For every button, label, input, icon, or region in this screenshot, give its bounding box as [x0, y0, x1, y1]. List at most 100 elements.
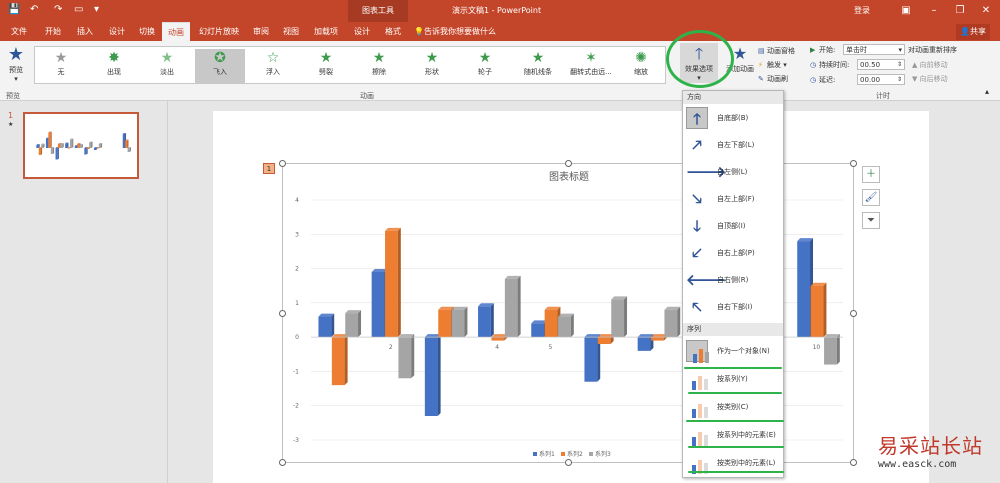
chart-filters-button[interactable]: ⏷	[862, 212, 880, 229]
bar-系列1-7[interactable]	[637, 334, 654, 351]
legend-entry[interactable]: 系列3	[595, 450, 611, 458]
anim-shape[interactable]: ★ 形状	[407, 49, 457, 83]
tab-home[interactable]: 开始	[40, 22, 66, 41]
move-earlier-button[interactable]: ▲ 向前移动	[912, 59, 948, 71]
direction-from-top-right[interactable]: 🡗 自右上部(P)	[683, 240, 783, 266]
anim-float-in[interactable]: ☆ 浮入	[248, 49, 298, 83]
resize-handle[interactable]	[565, 459, 572, 466]
bar-系列1-3[interactable]	[424, 334, 441, 416]
bar-系列3-4[interactable]	[69, 138, 74, 149]
direction-from-top[interactable]: 🡓 自顶部(I)	[683, 213, 783, 239]
close-icon[interactable]: ✕	[972, 0, 1000, 22]
bar-系列1-3[interactable]	[55, 147, 59, 160]
bar-系列3-7[interactable]	[664, 306, 681, 338]
resize-handle[interactable]	[279, 459, 286, 466]
tab-addins[interactable]: 加载项	[310, 22, 342, 41]
tell-me-search[interactable]: 💡告诉我你想要做什么	[414, 22, 504, 41]
direction-from-top-left[interactable]: 🡖 自左上部(F)	[683, 186, 783, 212]
collapse-ribbon-icon[interactable]: ▴	[985, 87, 989, 96]
anim-random-bars[interactable]: ★ 随机线条	[513, 49, 563, 83]
tab-slideshow[interactable]: 幻灯片放映	[196, 22, 242, 41]
tab-review[interactable]: 审阅	[248, 22, 274, 41]
tab-insert[interactable]: 插入	[72, 22, 98, 41]
bar-系列3-7[interactable]	[98, 143, 103, 148]
bar-系列2-5[interactable]	[544, 306, 561, 338]
bar-系列2-6[interactable]	[597, 334, 614, 344]
bar-系列2-1[interactable]	[331, 334, 348, 386]
bar-系列2-3[interactable]	[438, 306, 455, 338]
tab-file[interactable]: 文件	[6, 22, 32, 41]
anim-wheel[interactable]: ★ 轮子	[460, 49, 510, 83]
start-from-beginning-icon[interactable]: ▭	[74, 4, 83, 15]
direction-from-bottom-right[interactable]: 🡔 自右下部(I)	[683, 294, 783, 320]
bar-系列2-1[interactable]	[38, 147, 43, 155]
direction-from-bottom-left[interactable]: 🡕 自左下部(L)	[683, 132, 783, 158]
anim-fade[interactable]: ★ 淡出	[142, 49, 192, 83]
start-select[interactable]: 单击时 ▾	[843, 44, 905, 55]
redo-icon[interactable]: ↷	[54, 4, 62, 15]
bar-系列3-5[interactable]	[558, 313, 574, 338]
resize-handle[interactable]	[279, 160, 286, 167]
anim-grow-turn[interactable]: ✶ 翻转式由远...	[566, 49, 616, 83]
anim-wipe[interactable]: ★ 擦除	[354, 49, 404, 83]
bar-系列3-10[interactable]	[127, 147, 131, 152]
duration-input[interactable]: 00.50 ⇕	[857, 59, 905, 70]
trigger-button[interactable]: ⚡ 触发 ▾	[758, 59, 787, 71]
undo-icon[interactable]: ↶	[30, 4, 38, 15]
resize-handle[interactable]	[279, 310, 286, 317]
bar-系列3-2[interactable]	[398, 334, 415, 379]
chart-styles-button[interactable]: 🖌	[862, 189, 880, 206]
customize-qat-icon[interactable]: ▾	[94, 4, 99, 15]
anim-split[interactable]: ★ 劈裂	[301, 49, 351, 83]
bar-系列3-3[interactable]	[451, 306, 468, 338]
resize-handle[interactable]	[850, 459, 857, 466]
resize-handle[interactable]	[850, 160, 857, 167]
animation-pane-button[interactable]: ▤ 动画窗格	[758, 45, 795, 57]
chart-elements-button[interactable]: ＋	[862, 166, 880, 183]
preview-button[interactable]: ★ 预览 ▾	[3, 45, 29, 87]
bar-系列1-1[interactable]	[318, 313, 335, 338]
resize-handle[interactable]	[565, 160, 572, 167]
bar-系列3-5[interactable]	[79, 144, 83, 148]
bar-系列3-4[interactable]	[504, 275, 521, 338]
minimize-icon[interactable]: –	[920, 0, 948, 22]
bar-系列2-10[interactable]	[125, 139, 129, 149]
bar-系列1-2[interactable]	[371, 269, 388, 338]
sequence-by-category[interactable]: 按类别(C)	[683, 394, 783, 420]
bar-系列2-10[interactable]	[810, 282, 827, 338]
sequence-by-series[interactable]: 按系列(Y)	[683, 366, 783, 392]
resize-handle[interactable]	[850, 310, 857, 317]
anim-zoom[interactable]: ✺ 缩放	[619, 49, 663, 83]
bar-系列3-1[interactable]	[345, 310, 362, 338]
anim-none[interactable]: ★ 无	[36, 49, 86, 83]
bar-系列3-2[interactable]	[50, 147, 55, 154]
tab-chart-design[interactable]: 设计	[350, 22, 374, 41]
legend-entry[interactable]: 系列1	[539, 450, 555, 458]
bar-系列3-10[interactable]	[824, 334, 840, 365]
direction-from-bottom[interactable]: 🡑 自底部(B)	[683, 105, 783, 131]
direction-from-right[interactable]: 🡐 自右侧(R)	[683, 267, 783, 293]
tab-animations[interactable]: 动画	[162, 22, 190, 41]
bar-系列1-6[interactable]	[584, 334, 601, 382]
login-link[interactable]: 登录	[854, 0, 870, 22]
bar-系列3-1[interactable]	[41, 143, 45, 149]
tab-format[interactable]: 格式	[380, 22, 406, 41]
sequence-as-one-object[interactable]: 作为一个对象(N)	[683, 338, 783, 364]
direction-from-left[interactable]: 🡒 自左侧(L)	[683, 159, 783, 185]
bar-系列1-5[interactable]	[531, 320, 548, 338]
tab-design[interactable]: 设计	[104, 22, 130, 41]
bar-系列1-4[interactable]	[65, 142, 69, 149]
chart-title[interactable]: 图表标题	[549, 170, 589, 183]
anim-fly-in[interactable]: ✪ 飞入	[195, 49, 245, 83]
animation-painter-button[interactable]: ✎ 动画刷	[758, 73, 788, 85]
move-later-button[interactable]: ▼ 向后移动	[912, 73, 948, 85]
bar-系列1-4[interactable]	[478, 303, 494, 338]
legend-entry[interactable]: 系列2	[567, 450, 583, 458]
delay-input[interactable]: 00.00 ⇕	[857, 74, 905, 85]
tab-view[interactable]: 视图	[278, 22, 304, 41]
restore-icon[interactable]: ❐	[946, 0, 974, 22]
anim-appear[interactable]: ✸ 出现	[89, 49, 139, 83]
sequence-by-element-in-series[interactable]: 按系列中的元素(E)	[683, 422, 783, 448]
bar-系列2-2[interactable]	[385, 227, 401, 338]
ribbon-display-icon[interactable]: ▣	[892, 0, 920, 22]
